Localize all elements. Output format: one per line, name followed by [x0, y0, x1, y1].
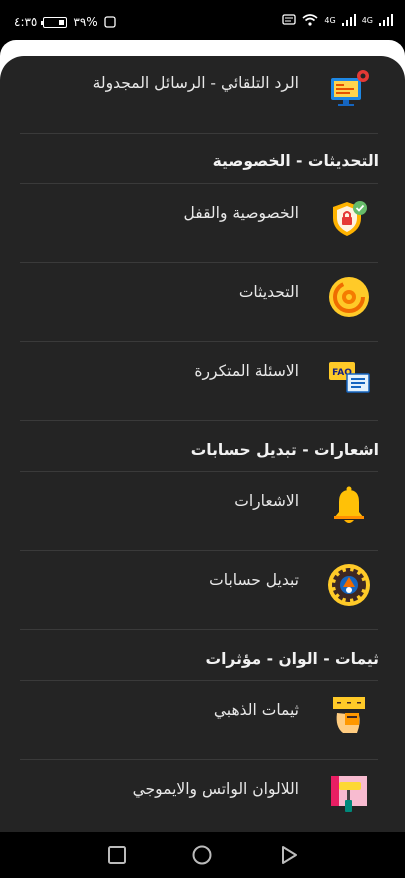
divider: [20, 471, 378, 472]
divider: [20, 420, 378, 421]
menu-item-label: ثيمات الذهبي: [213, 701, 299, 719]
menu-item-label: الخصوصية والقفل: [183, 204, 300, 222]
menu-item-gold-theme[interactable]: ثيمات الذهبي: [0, 683, 405, 761]
menu-item-notifications[interactable]: الاشعارات: [0, 474, 405, 552]
monitor-gear-icon: [331, 70, 369, 106]
menu-item-privacy-lock[interactable]: الخصوصية والقفل: [0, 186, 405, 264]
menu-item-faq[interactable]: الاسئلة المتكررة FAQ: [0, 344, 405, 422]
section-title-themes: ثيمات - الوان - مؤثرات: [205, 650, 379, 668]
settings-sheet: الرد التلقائي - الرسائل المجدولة التحديث…: [0, 56, 405, 832]
divider: [20, 341, 378, 342]
home-button[interactable]: [191, 844, 213, 866]
battery-icon: [41, 16, 68, 28]
menu-item-label: الاسئلة المتكررة: [194, 362, 299, 380]
divider: [20, 133, 378, 134]
paint-roller-icon: [331, 776, 367, 812]
recent-apps-button[interactable]: [106, 844, 128, 866]
menu-item-auto-reply[interactable]: الرد التلقائي - الرسائل المجدولة: [0, 56, 405, 134]
signal-status-icon: [104, 16, 116, 28]
divider: [20, 183, 378, 184]
divider: [20, 759, 378, 760]
update-gear-icon: [329, 277, 369, 317]
status-bar: ٤:٣٥ ٣٩% 4G 4G: [0, 0, 405, 40]
menu-item-label: الرد التلقائي - الرسائل المجدولة: [92, 74, 299, 92]
faq-icon: FAQ: [329, 362, 370, 393]
message-icon: [282, 14, 297, 25]
back-button[interactable]: [278, 844, 300, 866]
signal-bars-icon: [379, 14, 393, 26]
menu-item-updates[interactable]: التحديثات: [0, 265, 405, 343]
divider: [20, 262, 378, 263]
switch-account-gear-icon: [328, 564, 370, 606]
section-title-notifications: اشعارات - تبديل حسابات: [190, 441, 379, 459]
bell-icon: [334, 486, 364, 523]
network-type-1: 4G: [324, 15, 336, 25]
menu-item-label: تبديل حسابات: [209, 571, 299, 589]
shield-lock-icon: [333, 201, 367, 236]
signal-bars-icon: [341, 14, 356, 26]
menu-item-label: اللالوان الواتس والايموجي: [132, 780, 299, 798]
section-title-privacy: التحديثات - الخصوصية: [212, 152, 379, 170]
menu-item-label: الاشعارات: [234, 492, 299, 510]
battery-level: ٣٩%: [73, 15, 98, 29]
menu-item-label: التحديثات: [238, 283, 299, 301]
clock: ٤:٣٥: [14, 15, 38, 29]
network-type-2: 4G: [361, 15, 373, 25]
divider: [20, 550, 378, 551]
divider: [20, 629, 378, 630]
wifi-icon: [302, 14, 318, 26]
status-left: ٤:٣٥ ٣٩%: [14, 15, 116, 29]
navigation-bar: [0, 832, 405, 878]
status-right: 4G 4G: [282, 14, 393, 26]
menu-item-whatsapp-colors-emoji[interactable]: اللالوان الواتس والايموجي: [0, 762, 405, 832]
divider: [20, 680, 378, 681]
menu-item-switch-accounts[interactable]: تبديل حسابات: [0, 553, 405, 631]
gold-theme-icon: [333, 697, 365, 733]
